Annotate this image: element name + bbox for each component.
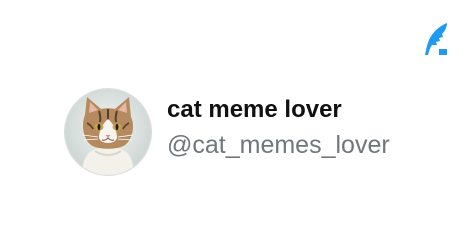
- avatar[interactable]: [65, 89, 151, 175]
- feather-logo-icon[interactable]: [422, 22, 450, 56]
- handle[interactable]: @cat_memes_lover: [167, 130, 390, 160]
- display-name[interactable]: cat meme lover: [167, 96, 390, 124]
- profile-header: cat meme lover @cat_memes_lover: [65, 89, 390, 175]
- profile-card: cat meme lover @cat_memes_lover: [0, 0, 474, 252]
- profile-identity: cat meme lover @cat_memes_lover: [167, 96, 390, 160]
